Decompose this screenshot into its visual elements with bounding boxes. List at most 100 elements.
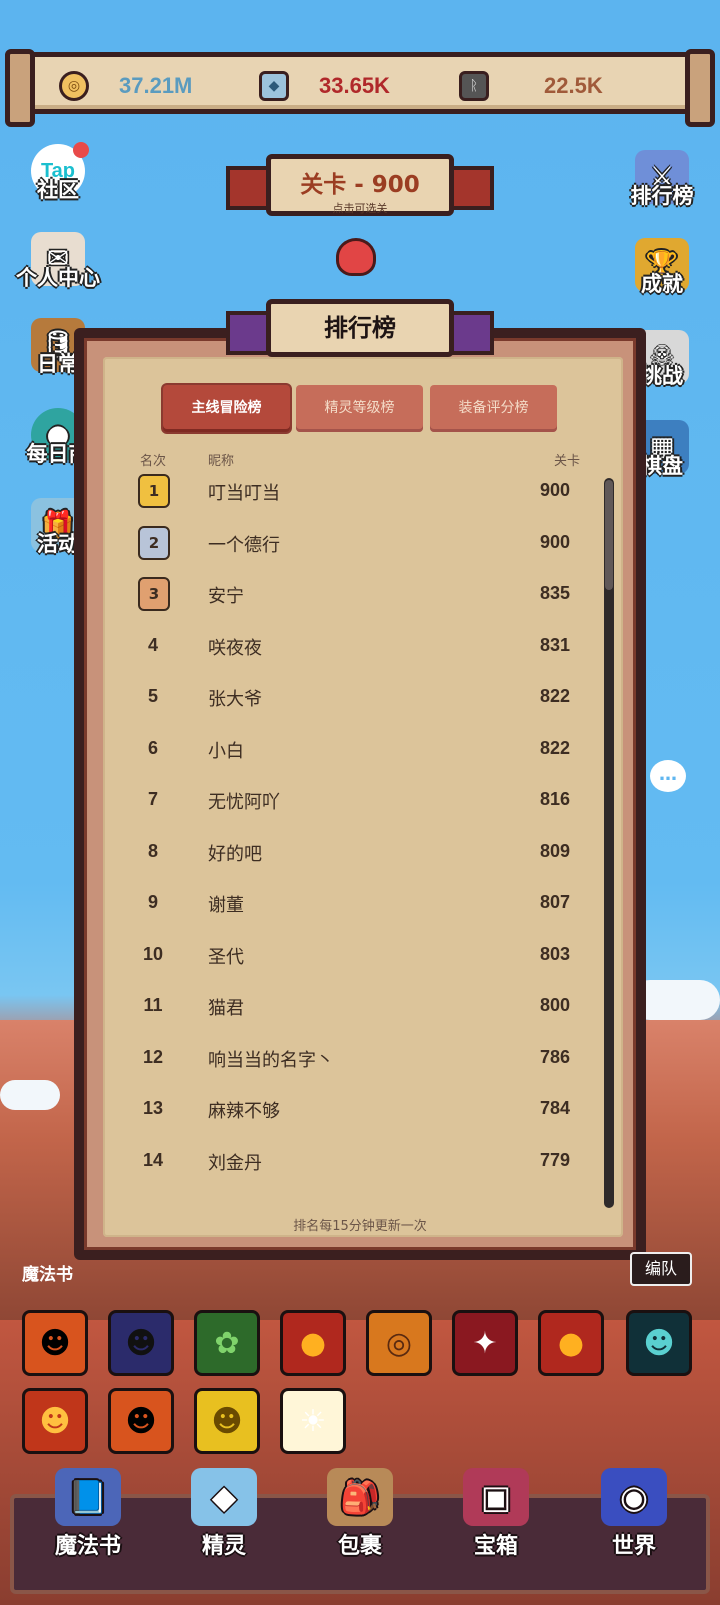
player-level: 779 <box>539 1149 570 1170</box>
nav-chest-label: 宝箱 <box>473 1534 518 1559</box>
coin-icon: ◎ <box>59 71 89 101</box>
leaderboard-row[interactable]: 11 猫君 800 <box>130 981 570 1032</box>
skill-slot[interactable]: ☻ <box>22 1310 88 1376</box>
leaderboard-row[interactable]: 3 安宁 835 <box>130 569 570 620</box>
leaderboard-row[interactable]: 1 叮当叮当 900 <box>130 466 570 517</box>
leaderboard-row[interactable]: 13 麻辣不够 784 <box>130 1084 570 1135</box>
resource-runes[interactable]: ᚱ 22.5K <box>459 69 603 103</box>
player-name: 猫君 <box>208 998 244 1019</box>
rank-number: 13 <box>142 1098 164 1118</box>
resource-crystals[interactable]: ◆ 33.65K <box>259 69 390 103</box>
player-name: 无忧阿吖 <box>208 792 280 813</box>
notification-dot <box>73 142 89 158</box>
rank-medal-icon: 1 <box>138 474 170 508</box>
eye-globe-icon: ◉ <box>601 1468 667 1526</box>
resource-coins[interactable]: ◎ 37.21M <box>59 69 192 103</box>
player-name: 圣代 <box>208 946 244 968</box>
rank-number: 10 <box>142 943 164 964</box>
leaderboard-row[interactable]: 14 刘金丹 779 <box>130 1136 570 1187</box>
cloud <box>0 1080 60 1110</box>
spirit-crystal-icon: ◆ <box>191 1468 257 1526</box>
events-label: 活动 <box>37 532 79 556</box>
tab-spirit-level[interactable]: 精灵等级榜 <box>296 385 423 432</box>
scrollbar-thumb[interactable] <box>605 480 613 590</box>
player-level: 900 <box>539 531 570 552</box>
skill-slot[interactable]: ✦ <box>452 1310 518 1376</box>
ranking-button[interactable]: ⚔ 排行榜 <box>612 150 712 236</box>
player-level: 900 <box>539 480 570 500</box>
rank-number: 9 <box>147 892 158 912</box>
player-name: 一个德行 <box>208 534 280 556</box>
player-name: 好的吧 <box>208 843 262 865</box>
leaderboard-row[interactable]: 9 谢董 807 <box>130 878 570 929</box>
challenge-label: 挑战 <box>641 364 683 388</box>
board-label: 棋盘 <box>641 454 683 478</box>
tab-main-adventure[interactable]: 主线冒险榜 <box>163 385 290 432</box>
player-level: 831 <box>539 634 570 655</box>
crystal-icon: ◆ <box>259 71 289 101</box>
leaderboard-row[interactable]: 8 好的吧 809 <box>130 827 570 878</box>
player-level: 803 <box>539 943 570 964</box>
leaderboard-row[interactable]: 4 咲夜夜 831 <box>130 621 570 672</box>
skill-slot[interactable]: ☻ <box>108 1310 174 1376</box>
nav-bag-label: 包裹 <box>337 1534 382 1559</box>
coin-value: 37.21M <box>119 73 193 98</box>
nav-spirit[interactable]: ◆ 精灵 <box>164 1468 284 1560</box>
skill-slot[interactable]: ◎ <box>366 1310 432 1376</box>
skill-slot[interactable]: ☻ <box>108 1388 174 1454</box>
skill-slot[interactable]: ☻ <box>194 1388 260 1454</box>
rank-number: 8 <box>147 840 158 861</box>
player-name: 咲夜夜 <box>208 637 262 659</box>
skill-slot[interactable]: ☻ <box>22 1388 88 1454</box>
boss-skull-icon <box>336 238 376 276</box>
spellbook-label: 魔法书 <box>22 1265 73 1285</box>
rune-value: 22.5K <box>544 73 603 98</box>
player-name: 叮当叮当 <box>208 483 280 504</box>
community-button[interactable]: Tap 社区 <box>8 142 108 230</box>
rank-number: 12 <box>142 1046 164 1067</box>
rank-number: 5 <box>147 686 158 706</box>
level-selector[interactable]: 关卡 - 900 点击可选关 <box>226 146 494 226</box>
chat-icon[interactable]: … <box>650 760 686 792</box>
player-name: 谢董 <box>208 895 244 916</box>
nav-chest[interactable]: ▣ 宝箱 <box>436 1468 556 1560</box>
leaderboard-row[interactable]: 6 小白 822 <box>130 724 570 775</box>
scrollbar[interactable] <box>604 478 614 1208</box>
leaderboard-row[interactable]: 7 无忧阿吖 816 <box>130 775 570 826</box>
skill-slot[interactable]: ☻ <box>626 1310 692 1376</box>
player-name: 张大爷 <box>208 689 262 710</box>
player-name: 安宁 <box>208 586 244 607</box>
player-level: 800 <box>539 995 570 1015</box>
player-name: 麻辣不够 <box>208 1101 280 1122</box>
nav-spellbook[interactable]: 📘 魔法书 <box>28 1468 148 1560</box>
rank-number: 4 <box>147 634 158 655</box>
rank-medal-icon: 3 <box>138 577 170 611</box>
leaderboard-row[interactable]: 5 张大爷 822 <box>130 672 570 723</box>
achievements-label: 成就 <box>641 272 683 296</box>
scroll-end-left <box>5 49 35 127</box>
skill-slot[interactable]: ● <box>280 1310 346 1376</box>
achievements-button[interactable]: 🏆 成就 <box>612 238 712 324</box>
player-level: 822 <box>539 686 570 706</box>
player-level: 809 <box>539 840 570 861</box>
player-level: 784 <box>539 1098 570 1118</box>
player-level: 786 <box>539 1046 570 1067</box>
nav-bag[interactable]: 🎒 包裹 <box>300 1468 420 1560</box>
leaderboard-row[interactable]: 10 圣代 803 <box>130 930 570 981</box>
skill-slot[interactable]: ● <box>538 1310 604 1376</box>
nav-world-label: 世界 <box>611 1534 656 1559</box>
leaderboard-row[interactable]: 12 响当当的名字丶 786 <box>130 1033 570 1084</box>
leaderboard-row[interactable]: 2 一个德行 900 <box>130 518 570 569</box>
leaderboard-title-banner: 排行榜 <box>226 295 494 365</box>
team-button[interactable]: 编队 <box>630 1252 692 1286</box>
scroll-end-right <box>685 49 715 127</box>
rune-stone-icon: ᚱ <box>459 71 489 101</box>
level-plate: 关卡 - 900 点击可选关 <box>266 154 454 216</box>
skill-slot[interactable]: ✿ <box>194 1310 260 1376</box>
nav-world[interactable]: ◉ 世界 <box>574 1468 694 1560</box>
player-level: 835 <box>539 583 570 603</box>
tab-equipment-score[interactable]: 装备评分榜 <box>430 385 557 432</box>
level-title: 关卡 - 900 <box>300 172 420 198</box>
skill-slot[interactable]: ☀ <box>280 1388 346 1454</box>
profile-button[interactable]: ✉ 个人中心 <box>8 232 108 318</box>
